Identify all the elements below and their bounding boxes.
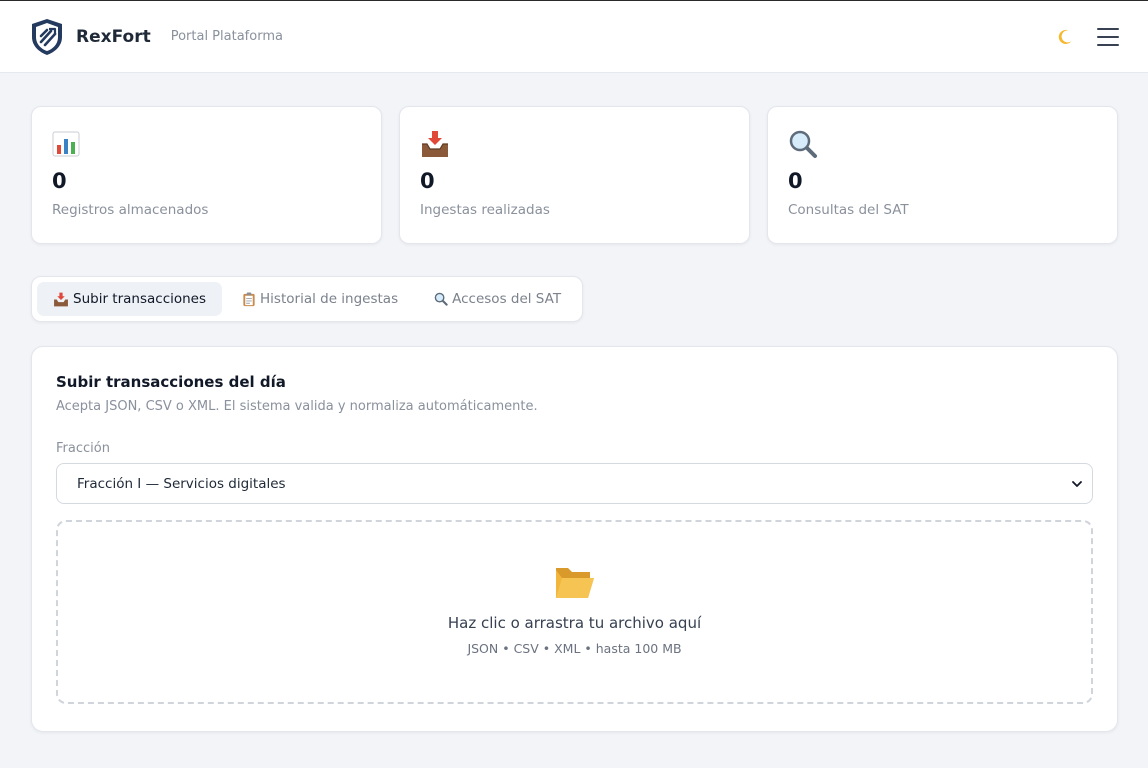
tab-label: Historial de ingestas [260, 291, 399, 307]
moon-icon[interactable] [1054, 26, 1076, 48]
open-folder-icon [554, 564, 596, 600]
file-dropzone[interactable]: Haz clic o arrastra tu archivo aquí JSON… [56, 520, 1093, 704]
top-header: RexFort Portal Plataforma [0, 1, 1148, 73]
stats-row: 0 Registros almacenados 0 Ingestas reali… [31, 106, 1118, 244]
panel-title: Subir transacciones del día [56, 373, 286, 391]
stat-value: 0 [52, 169, 67, 193]
panel-description: Acepta JSON, CSV o XML. El sistema valid… [56, 399, 538, 414]
dropzone-subtitle: JSON • CSV • XML • hasta 100 MB [467, 641, 682, 656]
header-actions [1054, 26, 1120, 48]
tab-historial-ingestas[interactable]: Historial de ingestas [226, 282, 414, 316]
dropzone-title: Haz clic o arrastra tu archivo aquí [447, 614, 702, 632]
stat-value: 0 [788, 169, 803, 193]
tab-accesos-sat[interactable]: Accesos del SAT [418, 282, 577, 316]
inbox-tray-icon [53, 292, 69, 307]
brand-name: RexFort [76, 26, 151, 47]
bar-chart-icon [52, 129, 82, 159]
stat-label: Consultas del SAT [788, 202, 909, 218]
chevron-down-icon [1072, 480, 1082, 488]
stat-value: 0 [420, 169, 435, 193]
stat-label: Registros almacenados [52, 202, 209, 218]
stat-card-consultas: 0 Consultas del SAT [767, 106, 1118, 244]
upload-panel: Subir transacciones del día Acepta JSON,… [31, 346, 1118, 732]
portal-subtitle: Portal Plataforma [170, 29, 283, 44]
main-content: 0 Registros almacenados 0 Ingestas reali… [0, 73, 1148, 732]
tab-label: Subir transacciones [73, 291, 207, 307]
hamburger-menu-icon[interactable] [1096, 26, 1120, 48]
tab-label: Accesos del SAT [452, 291, 562, 307]
tab-subir-transacciones[interactable]: Subir transacciones [37, 282, 223, 316]
stat-card-ingestas: 0 Ingestas realizadas [399, 106, 750, 244]
clipboard-icon [242, 291, 256, 307]
section-tabs: Subir transacciones Historial de ingesta… [31, 276, 584, 322]
fraccion-select[interactable]: Fracción I — Servicios digitales [56, 463, 1093, 504]
fraccion-selected-value: Fracción I — Servicios digitales [77, 475, 286, 492]
shield-logo-icon[interactable] [30, 18, 64, 56]
inbox-tray-icon [420, 129, 450, 159]
magnifier-icon [434, 292, 448, 306]
fraccion-label: Fracción [56, 441, 110, 456]
magnifier-icon [788, 129, 818, 159]
stat-card-registros: 0 Registros almacenados [31, 106, 382, 244]
stat-label: Ingestas realizadas [420, 202, 550, 218]
